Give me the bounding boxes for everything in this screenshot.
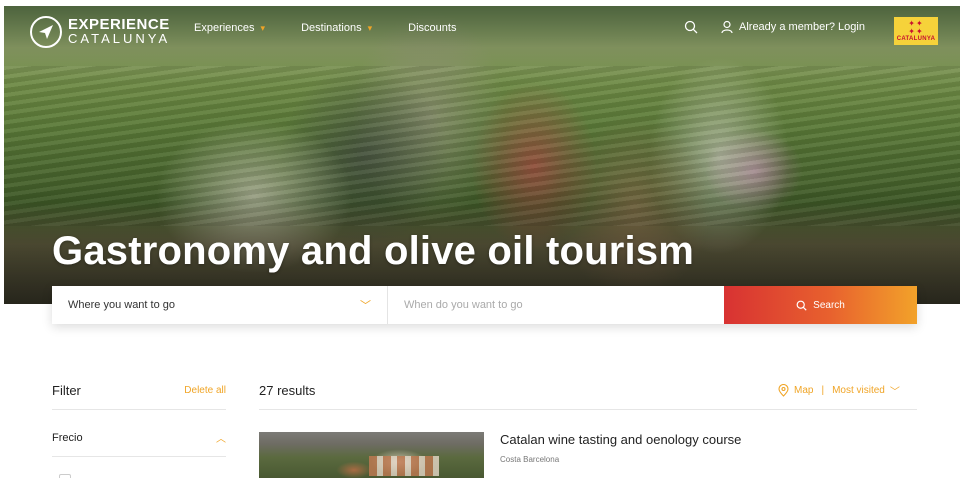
destination-select[interactable]: Where you want to go ﹀ [52, 286, 388, 324]
nav-item-experiences[interactable]: Experiences ▾ [194, 22, 265, 34]
chevron-down-icon: ▾ [367, 22, 373, 33]
nav-item-label: Discounts [408, 22, 457, 34]
badge-emblem-icon: ✦✦ ✦✦ [908, 19, 924, 36]
search-bar: Where you want to go ﹀ When do you want … [52, 286, 917, 324]
search-button-label: Search [813, 299, 845, 311]
results-count: 27 results [259, 383, 316, 398]
price-divider [52, 456, 226, 457]
page: EXPERIENCE CATALUNYA Experiences ▾ Desti… [0, 0, 960, 478]
filter-title: Filter [52, 383, 81, 398]
results-controls: Map | Most visited ﹀ [778, 383, 900, 398]
nav-item-discounts[interactable]: Discounts [408, 22, 456, 34]
controls-separator: | [821, 385, 825, 396]
nav-item-destinations[interactable]: Destinations ▾ [301, 22, 372, 34]
filter-header: Filter Delete all [52, 383, 226, 398]
search-icon[interactable] [684, 20, 698, 34]
map-view-link[interactable]: Map [794, 385, 813, 396]
date-input-placeholder: When do you want to go [404, 299, 523, 311]
login-link[interactable]: Already a member? Login [739, 21, 865, 33]
brand-logo[interactable]: EXPERIENCE CATALUNYA [30, 16, 170, 48]
chevron-up-icon: ︿ [216, 434, 226, 445]
price-checkbox[interactable] [59, 474, 71, 478]
logo-icon [30, 16, 62, 48]
badge-text: CATALUNYA [896, 36, 936, 42]
sort-select[interactable]: Most visited [832, 385, 885, 396]
card-location: Costa Barcelona [500, 455, 560, 464]
card-title[interactable]: Catalan wine tasting and oenology course [500, 432, 741, 447]
chevron-down-icon: ﹀ [889, 387, 900, 398]
user-icon [721, 20, 733, 34]
brand-line2: CATALUNYA [68, 31, 171, 46]
results-divider [259, 409, 917, 410]
card-image[interactable] [259, 432, 484, 478]
filter-divider [52, 409, 226, 410]
search-icon [796, 300, 807, 311]
nav-item-label: Experiences [194, 22, 255, 34]
destination-select-label: Where you want to go [68, 299, 176, 311]
page-title: Gastronomy and olive oil tourism [52, 229, 695, 273]
search-button[interactable]: Search [724, 286, 917, 324]
header-actions: Already a member? Login [684, 20, 865, 34]
main-nav: Experiences ▾ Destinations ▾ Discounts [194, 22, 492, 34]
nav-item-label: Destinations [301, 22, 362, 34]
date-input[interactable]: When do you want to go [388, 286, 724, 324]
catalunya-badge[interactable]: ✦✦ ✦✦ CATALUNYA [894, 17, 938, 45]
price-filter-label: Frecio [52, 431, 83, 444]
brand-line1: EXPERIENCE [68, 16, 170, 33]
price-filter-toggle[interactable]: Frecio ︿ [52, 430, 226, 446]
chevron-down-icon: ﹀ [360, 300, 371, 312]
delete-all-link[interactable]: Delete all [184, 385, 226, 396]
map-pin-icon [778, 384, 789, 397]
chevron-down-icon: ▾ [260, 22, 266, 33]
